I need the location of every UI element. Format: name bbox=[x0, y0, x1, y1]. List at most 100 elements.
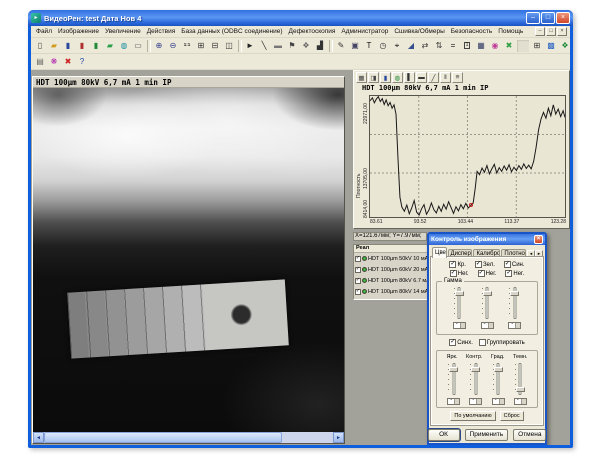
palette-icon[interactable]: ❖ bbox=[558, 39, 570, 53]
gamma-spin-blue[interactable] bbox=[508, 322, 521, 329]
gamma-slider-red[interactable] bbox=[453, 285, 466, 321]
menu-item[interactable]: Действия bbox=[144, 28, 178, 35]
histogram-icon[interactable]: ▟ bbox=[313, 39, 327, 53]
region-icon[interactable]: ▣ bbox=[348, 39, 362, 53]
xray-image[interactable] bbox=[33, 88, 344, 432]
save-red-icon[interactable]: ▮ bbox=[75, 39, 89, 53]
menu-item[interactable]: Файл bbox=[33, 28, 55, 35]
menu-item[interactable]: Дефектоскопия bbox=[286, 28, 339, 35]
zoom-in-icon[interactable]: ⊕ bbox=[152, 39, 166, 53]
child-close-button[interactable] bbox=[557, 27, 567, 36]
pointer-icon[interactable]: ► bbox=[243, 39, 257, 53]
slider-thumb[interactable] bbox=[494, 367, 503, 372]
globe-icon[interactable]: ◍ bbox=[117, 39, 131, 53]
free-profile-icon[interactable]: ╱ bbox=[428, 72, 439, 83]
target-icon[interactable]: ⌖ bbox=[390, 39, 404, 53]
grid-icon[interactable]: ▦ bbox=[356, 72, 367, 83]
scroll-left-arrow[interactable]: ◄ bbox=[33, 432, 44, 443]
slider-thumb[interactable] bbox=[471, 367, 480, 372]
delete-icon[interactable]: ✖ bbox=[61, 55, 75, 69]
flip-horizontal-icon[interactable]: ⇄ bbox=[418, 39, 432, 53]
acquisition-icon[interactable]: ❋ bbox=[47, 55, 61, 69]
menu-item[interactable]: Изображение bbox=[55, 28, 102, 35]
image-list-item[interactable]: HDT 100µm 80kV 6.7 мА bbox=[354, 275, 427, 286]
sync-checkbox[interactable]: Синх. bbox=[449, 339, 473, 346]
slider-thumb[interactable] bbox=[449, 367, 458, 372]
pan-hand-icon[interactable]: ❖ bbox=[299, 39, 313, 53]
gamma-slider-green[interactable] bbox=[481, 285, 494, 321]
tile-vertical-icon[interactable]: ◫ bbox=[222, 39, 236, 53]
export-folder-icon[interactable]: ▰ bbox=[103, 39, 117, 53]
color-cross-icon[interactable]: ✖ bbox=[502, 39, 516, 53]
darkness-spin[interactable] bbox=[514, 398, 527, 405]
darkness-slider[interactable] bbox=[514, 361, 527, 397]
menu-item[interactable]: Увеличение bbox=[102, 28, 144, 35]
reset-button[interactable]: Сброс bbox=[500, 411, 524, 421]
help-icon[interactable]: ? bbox=[75, 55, 89, 69]
menu-item[interactable]: Сшивка/Обмеры bbox=[391, 28, 447, 35]
image-list-item[interactable]: HDT 100µm 80kV 14 мА bbox=[354, 286, 427, 297]
gamma-spin-red[interactable] bbox=[453, 322, 466, 329]
single-window-icon[interactable]: 1 bbox=[460, 39, 474, 53]
scroll-thumb[interactable] bbox=[44, 432, 282, 443]
item-checkbox[interactable] bbox=[355, 256, 361, 262]
title-bar[interactable]: ▸ ВидеоРен: test Дата Нов 4 bbox=[28, 10, 573, 26]
copy-icon[interactable]: ◨ bbox=[368, 72, 379, 83]
profile-plot[interactable] bbox=[369, 95, 566, 218]
print-icon[interactable]: ▭ bbox=[131, 39, 145, 53]
marker-flag-icon[interactable]: ⚑ bbox=[285, 39, 299, 53]
profile-line-icon[interactable]: ╲ bbox=[257, 39, 271, 53]
dialog-tab[interactable]: Цвет bbox=[432, 247, 447, 258]
actual-size-icon[interactable]: 1:1 bbox=[180, 39, 194, 53]
cancel-button[interactable]: Отмена bbox=[513, 429, 546, 441]
item-checkbox[interactable] bbox=[355, 278, 361, 284]
grid-icon[interactable]: ⊞ bbox=[530, 39, 544, 53]
level-icon[interactable]: ▬ bbox=[271, 39, 285, 53]
thick-profile-icon[interactable]: ‖ bbox=[440, 72, 451, 83]
channel-checkbox[interactable]: Син. bbox=[504, 261, 525, 268]
menu-item[interactable]: Администратор bbox=[338, 28, 391, 35]
sheet-grid-icon[interactable]: ▦ bbox=[474, 39, 488, 53]
brightness-slider[interactable] bbox=[447, 361, 460, 397]
clock-icon[interactable]: ◷ bbox=[376, 39, 390, 53]
image-list-item[interactable]: HDT 100µm 50kV 10 мА bbox=[354, 253, 427, 264]
equals-icon[interactable]: = bbox=[446, 39, 460, 53]
dialog-close-button[interactable] bbox=[534, 235, 543, 244]
gamma-spin-green[interactable] bbox=[481, 322, 494, 329]
contrast-spin[interactable] bbox=[469, 398, 482, 405]
negative-checkbox[interactable]: Нег. bbox=[478, 270, 497, 277]
slider-thumb[interactable] bbox=[516, 387, 525, 392]
gamma-slider-blue[interactable] bbox=[508, 285, 521, 321]
apply-button[interactable]: Применить bbox=[465, 429, 509, 441]
gradation-slider[interactable] bbox=[492, 361, 505, 397]
close-button[interactable] bbox=[556, 12, 570, 24]
contrast-slider[interactable] bbox=[469, 361, 482, 397]
fit-image-icon[interactable]: ⊞ bbox=[194, 39, 208, 53]
save-green-icon[interactable]: ▮ bbox=[89, 39, 103, 53]
dialog-title-bar[interactable]: Контроль изображения bbox=[429, 234, 545, 245]
default-button[interactable]: По умолчанию bbox=[450, 411, 495, 421]
channel-checkbox[interactable]: Кр. bbox=[449, 261, 466, 268]
menu-item[interactable]: Безопасность bbox=[448, 28, 495, 35]
brightness-spin[interactable] bbox=[447, 398, 460, 405]
vertical-profile-icon[interactable]: ▌ bbox=[404, 72, 415, 83]
slider-thumb[interactable] bbox=[455, 291, 464, 296]
flip-vertical-icon[interactable]: ⇅ bbox=[432, 39, 446, 53]
gradation-spin[interactable] bbox=[492, 398, 505, 405]
palette-icon[interactable]: ◍ bbox=[392, 72, 403, 83]
area-chart-icon[interactable]: ◢ bbox=[404, 39, 418, 53]
options-icon[interactable]: ≡ bbox=[452, 72, 463, 83]
negative-checkbox[interactable]: Нег. bbox=[505, 270, 524, 277]
color-wheel-icon[interactable]: ◉ bbox=[488, 39, 502, 53]
negative-checkbox[interactable]: Нег. bbox=[450, 270, 469, 277]
pencil-icon[interactable]: ✎ bbox=[334, 39, 348, 53]
image-list-item[interactable]: HDT 100µm 60kV 20 мА bbox=[354, 264, 427, 275]
item-checkbox[interactable] bbox=[355, 289, 361, 295]
matrix-icon[interactable]: ▩ bbox=[544, 39, 558, 53]
child-minimize-button[interactable] bbox=[535, 27, 545, 36]
minimize-button[interactable] bbox=[526, 12, 540, 24]
tile-horizontal-icon[interactable]: ⊟ bbox=[208, 39, 222, 53]
new-icon[interactable]: ▯ bbox=[33, 39, 47, 53]
horizontal-profile-icon[interactable]: ▬ bbox=[416, 72, 427, 83]
slider-thumb[interactable] bbox=[483, 291, 492, 296]
